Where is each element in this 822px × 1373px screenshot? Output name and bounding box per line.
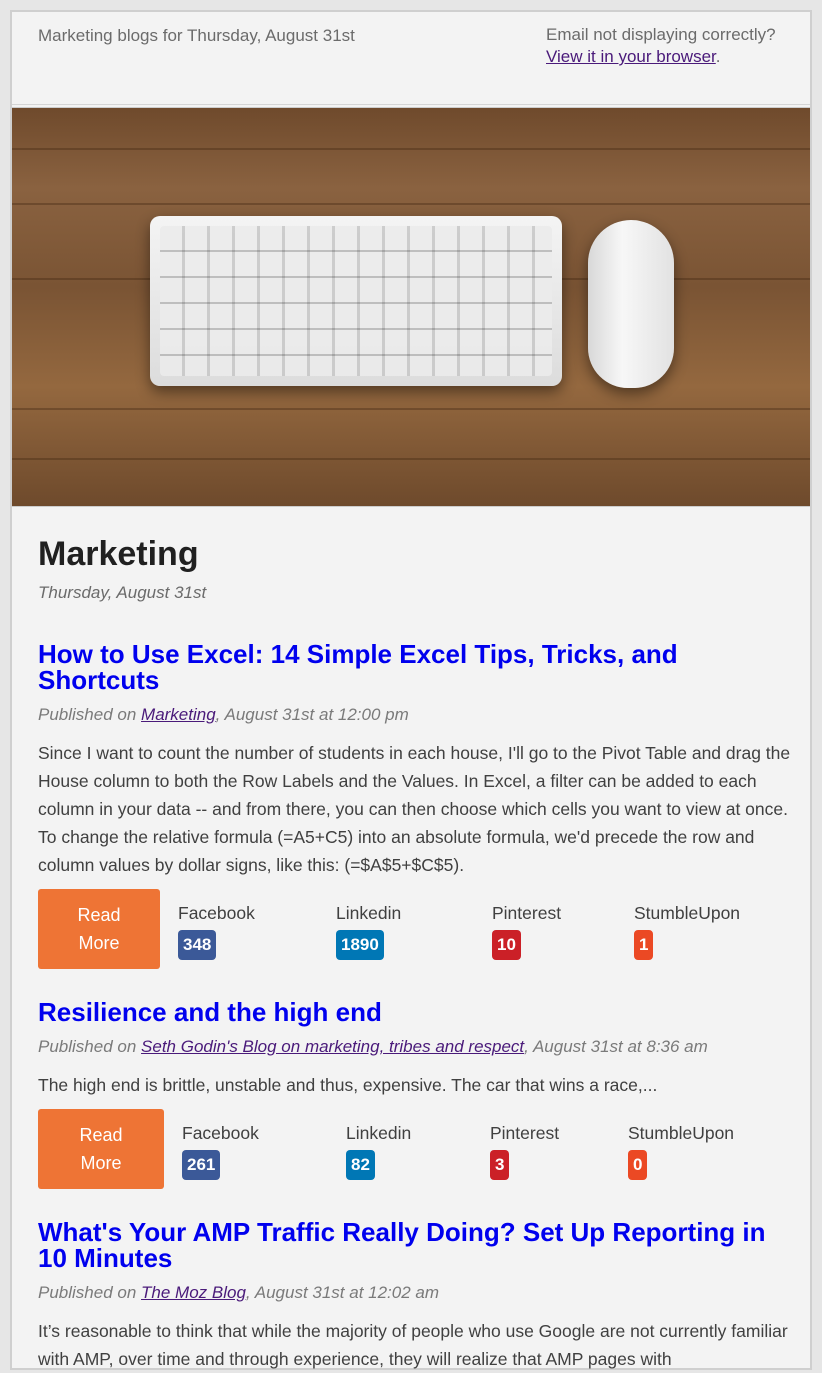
post-excerpt: It’s reasonable to think that while the … xyxy=(38,1321,788,1369)
pinterest-share[interactable]: Pinterest 3 xyxy=(490,1123,559,1180)
preheader-date: Marketing blogs for Thursday, August 31s… xyxy=(38,26,355,45)
wood-grain xyxy=(12,148,810,150)
main-content: Marketing Thursday, August 31st How to U… xyxy=(12,507,810,1369)
linkedin-count: 82 xyxy=(346,1150,375,1180)
email-frame: Marketing blogs for Thursday, August 31s… xyxy=(10,10,812,1370)
hero-image xyxy=(12,107,810,507)
facebook-count: 348 xyxy=(178,930,217,960)
read-more-button[interactable]: Read More xyxy=(38,1109,164,1189)
keyboard-image xyxy=(150,216,562,386)
not-displaying-text: Email not displaying correctly? xyxy=(546,25,776,44)
post-meta: Published on The Moz Blog, August 31st a… xyxy=(38,1283,440,1302)
pinterest-share[interactable]: Pinterest 10 xyxy=(492,903,561,960)
post-meta: Published on Seth Godin's Blog on market… xyxy=(38,1037,708,1056)
wood-grain xyxy=(12,203,810,205)
post-excerpt: Since I want to count the number of stud… xyxy=(38,743,791,875)
read-more-button[interactable]: Read More xyxy=(38,889,160,969)
period: . xyxy=(715,47,721,66)
post-title-link[interactable]: Resilience and the high end xyxy=(38,999,382,1025)
browser-view-note: Email not displaying correctly? View it … xyxy=(546,24,786,68)
facebook-count: 261 xyxy=(182,1150,221,1180)
section-date: Thursday, August 31st xyxy=(38,583,207,602)
facebook-share[interactable]: Facebook 261 xyxy=(182,1123,259,1180)
source-link[interactable]: Marketing xyxy=(141,705,216,724)
stumbleupon-share[interactable]: StumbleUpon 1 xyxy=(634,903,740,960)
source-link[interactable]: Seth Godin's Blog on marketing, tribes a… xyxy=(141,1037,524,1056)
linkedin-count: 1890 xyxy=(336,930,384,960)
wood-grain xyxy=(12,458,810,460)
linkedin-share[interactable]: Linkedin 82 xyxy=(346,1123,411,1180)
post-meta: Published on Marketing, August 31st at 1… xyxy=(38,705,409,724)
pinterest-count: 10 xyxy=(492,930,521,960)
post-title-link[interactable]: How to Use Excel: 14 Simple Excel Tips, … xyxy=(38,641,678,693)
preheader: Marketing blogs for Thursday, August 31s… xyxy=(12,12,810,105)
mouse-image xyxy=(588,220,674,388)
post-title-link[interactable]: What's Your AMP Traffic Really Doing? Se… xyxy=(38,1219,766,1271)
source-link[interactable]: The Moz Blog xyxy=(141,1283,246,1302)
pinterest-count: 3 xyxy=(490,1150,510,1180)
stumbleupon-share[interactable]: StumbleUpon 0 xyxy=(628,1123,734,1180)
section-title: Marketing xyxy=(38,535,199,573)
stumbleupon-count: 0 xyxy=(628,1150,648,1180)
linkedin-share[interactable]: Linkedin 1890 xyxy=(336,903,401,960)
facebook-share[interactable]: Facebook 348 xyxy=(178,903,255,960)
wood-grain xyxy=(12,408,810,410)
view-in-browser-link[interactable]: View it in your browser xyxy=(546,47,716,66)
stumbleupon-count: 1 xyxy=(634,930,654,960)
post-excerpt: The high end is brittle, unstable and th… xyxy=(38,1075,658,1095)
